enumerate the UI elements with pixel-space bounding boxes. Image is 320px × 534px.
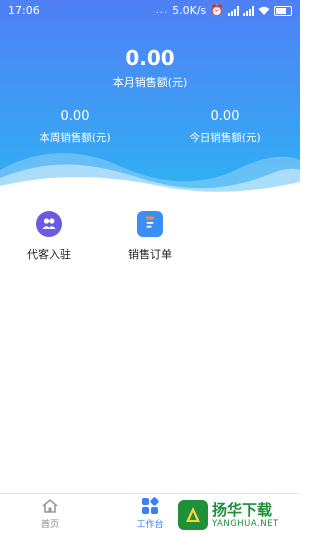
week-sales-value: 0.00 (60, 109, 90, 124)
watermark-logo-icon (178, 500, 208, 530)
alarm-icon: ⏰ (210, 4, 224, 17)
today-sales: 0.00 今日销售额(元) (150, 109, 300, 145)
grid-icon (142, 497, 159, 514)
yanghua-watermark: 扬华下载 YANGHUA.NET (178, 498, 298, 532)
tab-home-label: 首页 (40, 520, 59, 530)
tab-workbench-label: 工作台 (136, 520, 164, 530)
signal-icon (228, 5, 239, 16)
home-icon (42, 498, 58, 513)
battery-icon (274, 5, 292, 16)
wifi-icon (258, 6, 270, 15)
tab-home[interactable]: 首页 (20, 497, 80, 530)
month-sales-label: 本月销售额(元) (112, 76, 188, 89)
status-time: 17:06 (8, 4, 40, 17)
month-sales-value: 0.00 (125, 46, 175, 70)
watermark-url: YANGHUA.NET (212, 518, 279, 529)
signal-icon-2 (243, 5, 254, 16)
week-sales-label: 本周销售额(元) (39, 132, 111, 144)
users-icon (36, 211, 62, 237)
week-sales: 0.00 本周销售额(元) (0, 109, 150, 145)
status-dots: ... (155, 5, 169, 16)
net-speed: 5.0K/s (172, 4, 207, 17)
tile-sales-orders[interactable]: 销售订单 (115, 211, 185, 262)
today-sales-value: 0.00 (210, 109, 240, 124)
tile-label: 销售订单 (128, 248, 172, 261)
clipboard-icon (137, 211, 163, 237)
watermark-title: 扬华下载 (212, 500, 273, 519)
tab-workbench[interactable]: 工作台 (120, 497, 180, 530)
sales-summary-header: 17:06 ... 5.0K/s ⏰ 0.00 本月销售额(元) 0.00 本周… (0, 0, 300, 195)
status-bar: 17:06 ... 5.0K/s ⏰ (0, 0, 300, 22)
today-sales-label: 今日销售额(元) (189, 132, 261, 144)
tile-label: 代客入驻 (27, 248, 71, 261)
tile-agent-onboarding[interactable]: 代客入驻 (14, 211, 84, 262)
